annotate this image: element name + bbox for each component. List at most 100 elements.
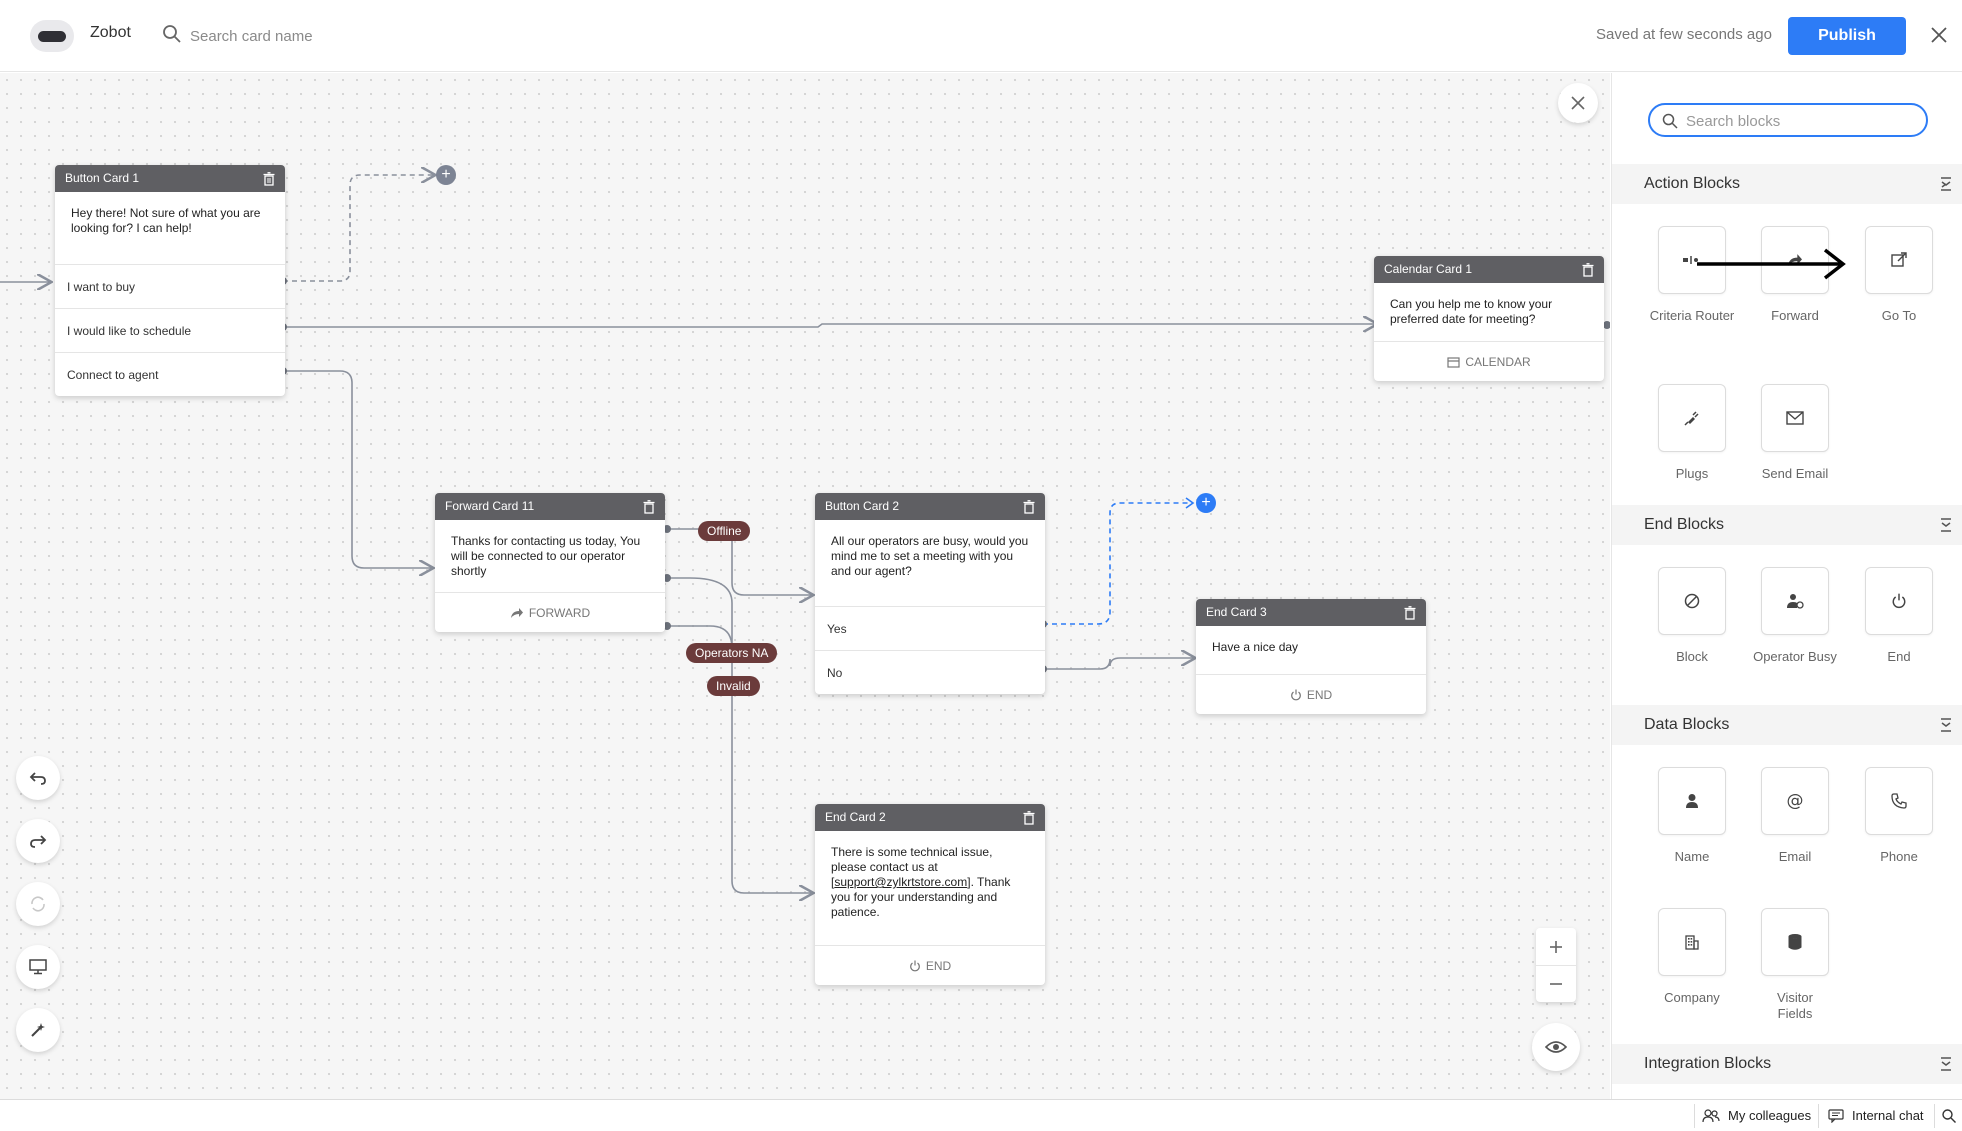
link-operators-na bbox=[667, 577, 733, 653]
preview-screen-button[interactable] bbox=[16, 945, 60, 989]
block-label: Operator Busy bbox=[1753, 649, 1837, 664]
add-node-button[interactable]: + bbox=[436, 165, 456, 185]
magic-wand-icon bbox=[31, 1023, 45, 1037]
trash-icon[interactable] bbox=[1023, 811, 1035, 825]
block-end[interactable]: End bbox=[1849, 567, 1949, 665]
close-icon[interactable] bbox=[1926, 22, 1952, 48]
envelope-icon bbox=[1761, 384, 1829, 452]
link-schedule bbox=[283, 324, 1376, 327]
link-yes-dashed bbox=[1043, 502, 1192, 625]
card-footer: CALENDAR bbox=[1374, 341, 1604, 381]
block-company[interactable]: Company bbox=[1642, 908, 1742, 1006]
card-option[interactable]: I want to buy bbox=[55, 264, 285, 308]
card-message: All our operators are busy, would you mi… bbox=[831, 534, 1029, 578]
magic-wand-button[interactable] bbox=[16, 1008, 60, 1052]
preview-eye-button[interactable] bbox=[1532, 1023, 1580, 1071]
blocks-panel: Action Blocks Criteria Router Forward Go… bbox=[1611, 73, 1962, 1099]
section-end-blocks[interactable]: End Blocks bbox=[1612, 505, 1962, 545]
block-label: Visitor Fields bbox=[1777, 990, 1813, 1021]
block-operator-busy[interactable]: Operator Busy bbox=[1745, 567, 1845, 665]
section-title: End Blocks bbox=[1644, 516, 1725, 533]
my-colleagues-label: My colleagues bbox=[1728, 1108, 1812, 1123]
connector-label-operators-na[interactable]: Operators NA bbox=[686, 643, 778, 663]
card-title: Button Card 2 bbox=[825, 499, 900, 513]
card-footer: END bbox=[1196, 674, 1426, 714]
zoom-in-button[interactable] bbox=[1536, 928, 1576, 965]
internal-chat-button[interactable]: Internal chat bbox=[1828, 1108, 1924, 1123]
block-visitor-fields[interactable]: Visitor Fields bbox=[1745, 908, 1845, 1022]
trash-icon[interactable] bbox=[1404, 606, 1416, 620]
block-label: Name bbox=[1674, 849, 1710, 864]
block-email[interactable]: @ Email bbox=[1745, 767, 1845, 865]
block-criteria-router[interactable]: Criteria Router bbox=[1642, 226, 1742, 324]
trash-icon[interactable] bbox=[263, 172, 275, 186]
trash-icon[interactable] bbox=[1582, 263, 1594, 277]
trash-icon[interactable] bbox=[1023, 500, 1035, 514]
zobot-logo bbox=[30, 20, 74, 52]
block-name[interactable]: Name bbox=[1642, 767, 1742, 865]
collapse-icon[interactable] bbox=[1939, 518, 1953, 532]
redo-button[interactable] bbox=[16, 819, 60, 863]
block-forward[interactable]: Forward bbox=[1745, 226, 1845, 324]
card-option[interactable]: Connect to agent bbox=[55, 352, 285, 396]
divider bbox=[1934, 1104, 1935, 1128]
block-phone[interactable]: Phone bbox=[1849, 767, 1949, 865]
close-icon bbox=[1571, 96, 1585, 110]
card-message: Have a nice day bbox=[1212, 640, 1299, 654]
section-title: Action Blocks bbox=[1644, 175, 1741, 192]
connector-label-offline[interactable]: Offline bbox=[698, 521, 751, 541]
collapse-icon[interactable] bbox=[1939, 718, 1953, 732]
refresh-button[interactable] bbox=[16, 882, 60, 926]
collapse-icon[interactable] bbox=[1939, 177, 1953, 191]
minus-icon bbox=[1550, 983, 1562, 985]
button-card-1[interactable]: Button Card 1 Hey there! Not sure of wha… bbox=[55, 165, 285, 396]
flow-canvas[interactable]: + + Button Card 1 Hey there! Not sure of… bbox=[0, 73, 1610, 1099]
close-canvas-button[interactable] bbox=[1558, 83, 1598, 123]
bottom-bar: My colleagues Internal chat bbox=[0, 1099, 1962, 1131]
section-integration-blocks[interactable]: Integration Blocks bbox=[1612, 1044, 1962, 1084]
publish-button[interactable]: Publish bbox=[1788, 17, 1906, 55]
section-data-blocks[interactable]: Data Blocks bbox=[1612, 705, 1962, 745]
card-option[interactable]: I would like to schedule bbox=[55, 308, 285, 352]
link-agent bbox=[283, 370, 432, 568]
card-header: Button Card 1 bbox=[55, 165, 285, 192]
add-node-button-yes[interactable]: + bbox=[1196, 493, 1216, 513]
card-option[interactable]: Yes bbox=[815, 606, 1045, 650]
collapse-icon[interactable] bbox=[1939, 1057, 1953, 1071]
undo-icon bbox=[29, 772, 46, 785]
block-block[interactable]: Block bbox=[1642, 567, 1742, 665]
block-go-to[interactable]: Go To bbox=[1849, 226, 1949, 324]
operator-busy-icon bbox=[1761, 567, 1829, 635]
link-invalid bbox=[667, 625, 812, 893]
power-icon bbox=[1290, 689, 1301, 701]
forward-card-11[interactable]: Forward Card 11 Thanks for contacting us… bbox=[435, 493, 665, 632]
search-icon[interactable] bbox=[1942, 1109, 1956, 1123]
undo-button[interactable] bbox=[16, 756, 60, 800]
block-send-email[interactable]: Send Email bbox=[1745, 384, 1845, 482]
section-title: Integration Blocks bbox=[1644, 1055, 1772, 1072]
support-email-link[interactable]: support@zylkrtstore.com bbox=[834, 875, 967, 889]
eye-icon bbox=[1545, 1041, 1567, 1053]
connector-label-invalid[interactable]: Invalid bbox=[707, 676, 760, 696]
search-card-input[interactable] bbox=[190, 22, 490, 50]
search-blocks-input[interactable] bbox=[1686, 110, 1916, 132]
button-card-2[interactable]: Button Card 2 All our operators are busy… bbox=[815, 493, 1045, 694]
card-header: Button Card 2 bbox=[815, 493, 1045, 520]
zoom-out-button[interactable] bbox=[1536, 965, 1576, 1002]
card-footer-label: END bbox=[925, 959, 952, 973]
my-colleagues-button[interactable]: My colleagues bbox=[1702, 1108, 1811, 1123]
block-label: Email bbox=[1778, 849, 1812, 864]
trash-icon[interactable] bbox=[643, 500, 655, 514]
block-plugs[interactable]: Plugs bbox=[1642, 384, 1742, 482]
internal-chat-label: Internal chat bbox=[1852, 1108, 1924, 1123]
search-blocks-box[interactable] bbox=[1648, 103, 1928, 137]
section-action-blocks[interactable]: Action Blocks bbox=[1612, 164, 1962, 204]
card-option[interactable]: No bbox=[815, 650, 1045, 694]
card-header: Forward Card 11 bbox=[435, 493, 665, 520]
divider bbox=[1818, 1104, 1819, 1128]
end-card-3[interactable]: End Card 3 Have a nice day END bbox=[1196, 599, 1426, 714]
monitor-icon bbox=[29, 959, 47, 975]
end-card-2[interactable]: End Card 2 There is some technical issue… bbox=[815, 804, 1045, 985]
block-label: Plugs bbox=[1675, 466, 1709, 481]
calendar-card-1[interactable]: Calendar Card 1 Can you help me to know … bbox=[1374, 256, 1604, 381]
